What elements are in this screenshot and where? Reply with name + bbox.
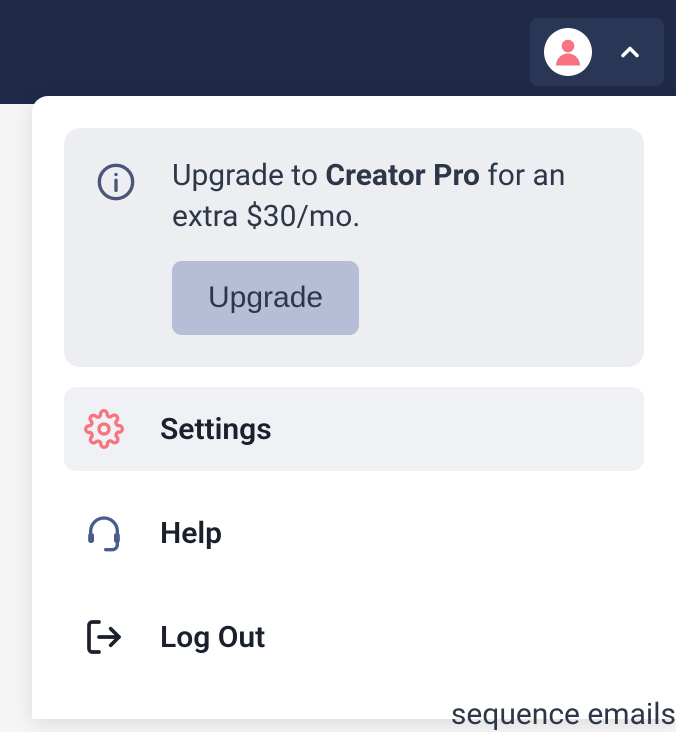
upgrade-button[interactable]: Upgrade [172, 261, 359, 335]
app-header [0, 0, 676, 104]
account-menu-toggle[interactable] [530, 18, 664, 86]
info-icon [96, 162, 136, 206]
menu-item-help[interactable]: Help [64, 491, 644, 575]
logout-icon [84, 617, 124, 657]
upgrade-message: Upgrade to Creator Pro for an extra $30/… [172, 156, 612, 237]
background-partial-text: sequence emails [451, 697, 676, 732]
upgrade-content: Upgrade to Creator Pro for an extra $30/… [172, 156, 612, 335]
account-dropdown: Upgrade to Creator Pro for an extra $30/… [32, 96, 676, 719]
avatar [544, 28, 592, 76]
upgrade-plan-name: Creator Pro [325, 158, 480, 193]
menu-item-settings[interactable]: Settings [64, 387, 644, 471]
menu-item-logout[interactable]: Log Out [64, 595, 644, 679]
menu-label-help: Help [160, 516, 222, 551]
headset-icon [84, 513, 124, 553]
menu-label-settings: Settings [160, 412, 272, 447]
menu-label-logout: Log Out [160, 620, 265, 655]
gear-icon [84, 409, 124, 449]
upgrade-card: Upgrade to Creator Pro for an extra $30/… [64, 128, 644, 367]
chevron-up-icon [616, 38, 644, 66]
user-icon [550, 34, 586, 70]
upgrade-prefix: Upgrade to [172, 158, 325, 193]
